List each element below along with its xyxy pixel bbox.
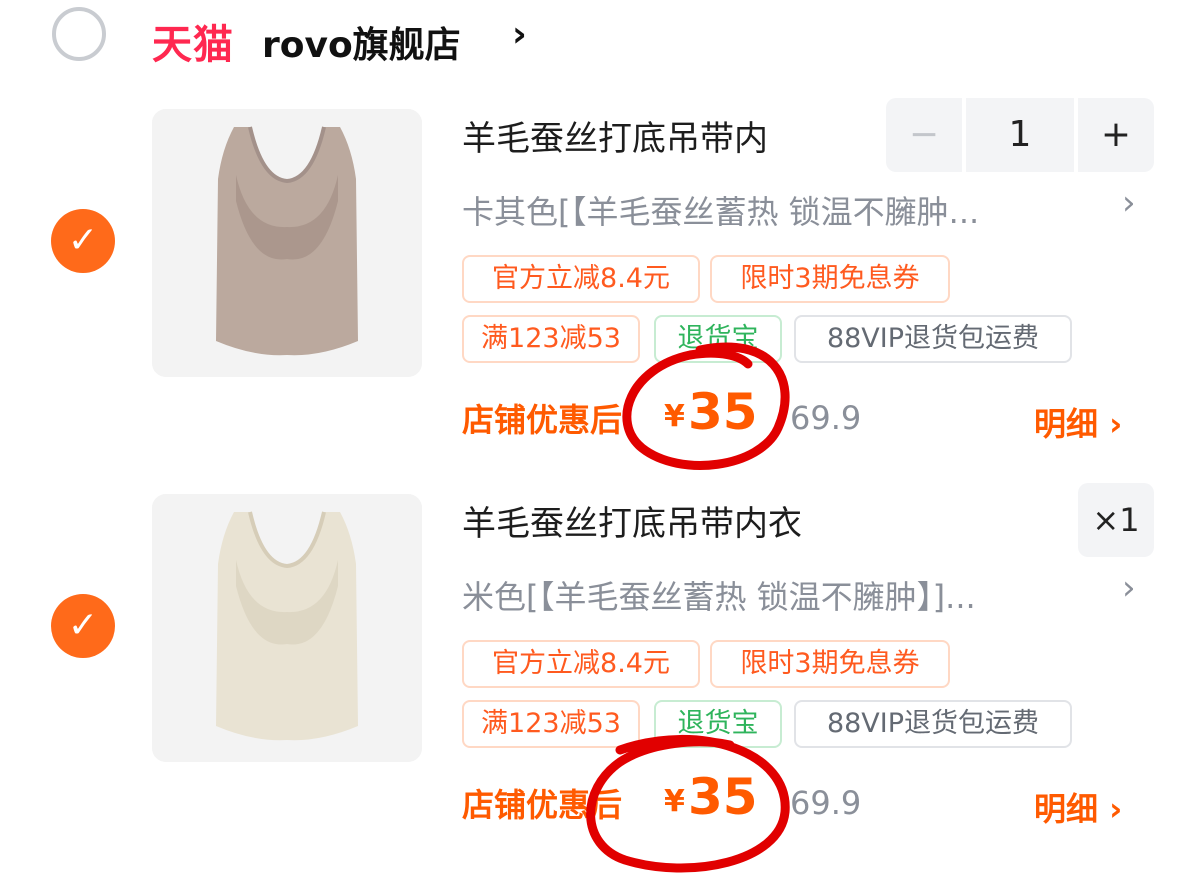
sku-selector[interactable]: 米色[【羊毛蚕丝蓄热 锁温不臃肿】]... xyxy=(462,572,976,618)
item-check-icon[interactable]: ✓ xyxy=(51,209,115,273)
tmall-logo: 天猫 xyxy=(152,22,234,68)
quantity-value[interactable]: 1 xyxy=(966,98,1074,172)
original-price: 69.9 xyxy=(790,784,862,822)
return-insurance-tag: 退货宝 xyxy=(654,315,782,363)
quantity-badge[interactable]: ×1 xyxy=(1078,483,1154,557)
increase-quantity-button[interactable]: + xyxy=(1078,98,1154,172)
discounted-price: 35 xyxy=(688,383,758,441)
quantity-stepper: − 1 + xyxy=(886,98,1154,172)
price-detail-link[interactable]: 明细 › xyxy=(1034,399,1122,445)
tank-top-image xyxy=(152,494,422,762)
store-chevron-icon[interactable]: › xyxy=(512,14,527,55)
product-image[interactable] xyxy=(152,109,422,377)
sku-selector[interactable]: 卡其色[【羊毛蚕丝蓄热 锁温不臃肿... xyxy=(462,187,979,233)
price-detail-link[interactable]: 明细 › xyxy=(1034,784,1122,830)
store-select-radio[interactable] xyxy=(52,7,106,61)
store-name[interactable]: rovo旗舰店 xyxy=(262,16,461,68)
item-check-icon[interactable]: ✓ xyxy=(51,594,115,658)
product-image[interactable] xyxy=(152,494,422,762)
vip-shipping-tag: 88VIP退货包运费 xyxy=(794,315,1072,363)
currency-symbol: ¥ xyxy=(664,399,685,434)
store-header: 天猫 rovo旗舰店 › xyxy=(0,0,1200,80)
promo-tag: 官方立减8.4元 xyxy=(462,640,700,688)
original-price: 69.9 xyxy=(790,399,862,437)
promo-tag: 满123减53 xyxy=(462,700,640,748)
product-title[interactable]: 羊毛蚕丝打底吊带内 xyxy=(462,111,768,160)
promo-tag: 限时3期免息券 xyxy=(710,255,950,303)
tank-top-image xyxy=(152,109,422,377)
price-label: 店铺优惠后 xyxy=(462,786,623,824)
price-label: 店铺优惠后 xyxy=(462,401,623,439)
sku-chevron-icon[interactable]: › xyxy=(1122,568,1136,608)
return-insurance-tag: 退货宝 xyxy=(654,700,782,748)
vip-shipping-tag: 88VIP退货包运费 xyxy=(794,700,1072,748)
sku-chevron-icon[interactable]: › xyxy=(1122,183,1136,223)
currency-symbol: ¥ xyxy=(664,784,685,819)
decrease-quantity-button[interactable]: − xyxy=(886,98,962,172)
product-title[interactable]: 羊毛蚕丝打底吊带内衣 xyxy=(462,496,802,545)
discounted-price: 35 xyxy=(688,768,758,826)
promo-tag: 限时3期免息券 xyxy=(710,640,950,688)
promo-tag: 官方立减8.4元 xyxy=(462,255,700,303)
promo-tag: 满123减53 xyxy=(462,315,640,363)
